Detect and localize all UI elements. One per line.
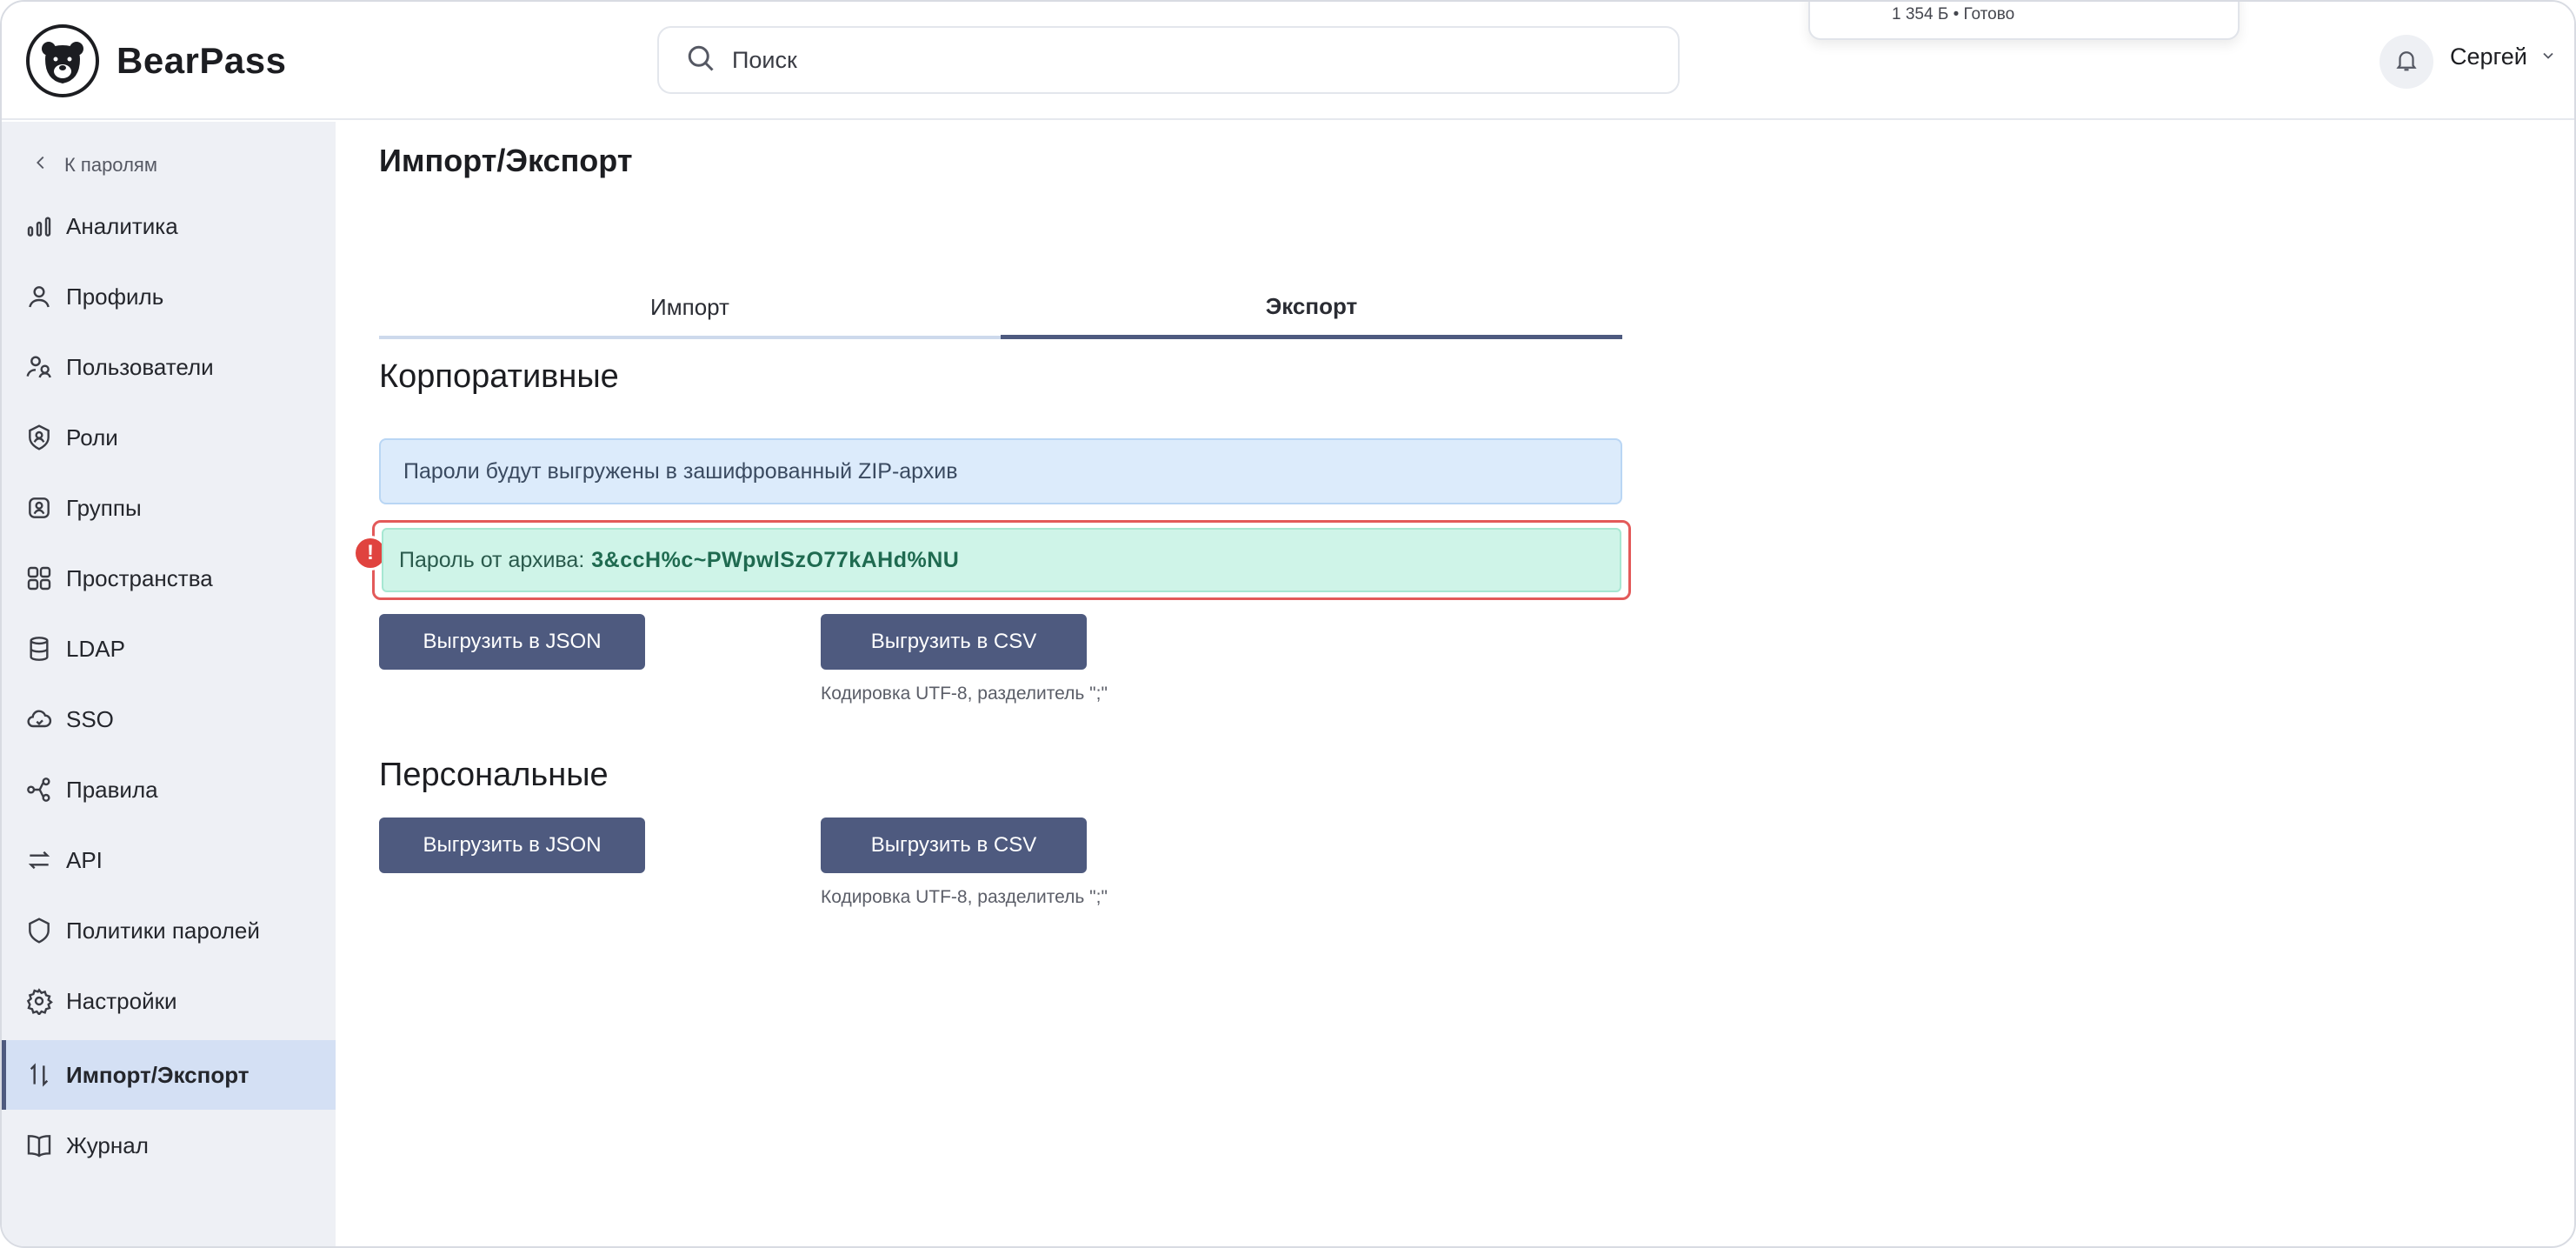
rules-icon — [24, 775, 54, 804]
sidebar-item-label: Политики паролей — [66, 917, 260, 944]
back-label: К паролям — [64, 154, 157, 176]
section-title-corporate: Корпоративные — [379, 358, 619, 395]
info-text: Пароли будут выгружены в зашифрованный Z… — [403, 458, 958, 484]
sidebar-item-settings[interactable]: Настройки — [2, 966, 336, 1036]
sidebar: К паролям Аналитика Профиль Пользователи… — [2, 122, 336, 1246]
page-title: Импорт/Экспорт — [379, 143, 633, 178]
sidebar-item-password-policies[interactable]: Политики паролей — [2, 896, 336, 965]
section-title-personal: Персональные — [379, 757, 609, 793]
archive-password-label: Пароль от архива: — [399, 547, 585, 572]
info-message: Пароли будут выгружены в зашифрованный Z… — [379, 438, 1622, 504]
gear-icon — [24, 986, 54, 1016]
corporate-export-json-button[interactable]: Выгрузить в JSON — [379, 614, 645, 670]
tab-import[interactable]: Импорт — [379, 278, 1001, 339]
sidebar-item-label: Роли — [66, 424, 118, 450]
user-icon — [24, 282, 54, 311]
archive-password-value[interactable]: 3&ccH%c~PWpwlSzO77kAHd%NU — [591, 548, 959, 573]
sidebar-item-analytics[interactable]: Аналитика — [2, 191, 336, 261]
user-name: Сергей — [2450, 43, 2527, 70]
database-icon — [24, 634, 54, 664]
personal-export-json-button[interactable]: Выгрузить в JSON — [379, 818, 645, 873]
sidebar-item-label: Аналитика — [66, 212, 178, 239]
sidebar-item-profile[interactable]: Профиль — [2, 262, 336, 331]
sidebar-item-label: Пространства — [66, 564, 213, 591]
corporate-csv-hint: Кодировка UTF-8, разделитель ";" — [821, 684, 1108, 704]
archive-password-highlight: ! Пароль от архива: 3&ccH%c~PWpwlSzO77kA… — [356, 520, 1631, 600]
sidebar-item-label: Профиль — [66, 283, 164, 310]
chevron-down-icon — [2527, 43, 2557, 70]
sidebar-item-label: Импорт/Экспорт — [66, 1061, 250, 1088]
corporate-export-csv-button[interactable]: Выгрузить в CSV — [821, 614, 1087, 670]
sidebar-item-ldap[interactable]: LDAP — [2, 614, 336, 684]
sidebar-item-label: Правила — [66, 776, 158, 803]
download-status: 1 354 Б • Готово — [1892, 5, 2015, 23]
search-input[interactable] — [732, 46, 1514, 74]
sidebar-item-label: SSO — [66, 705, 114, 732]
users-icon — [24, 352, 54, 382]
main-content: Импорт/Экспорт Импорт Экспорт Корпоратив… — [336, 122, 2574, 1246]
sidebar-item-label: Пользователи — [66, 353, 214, 380]
notifications-button[interactable] — [2380, 35, 2433, 89]
spaces-icon — [24, 564, 54, 593]
sidebar-item-rules[interactable]: Правила — [2, 755, 336, 824]
search-box[interactable] — [657, 26, 1680, 94]
analytics-icon — [24, 211, 54, 241]
sidebar-item-sso[interactable]: SSO — [2, 684, 336, 754]
groups-icon — [24, 493, 54, 523]
sidebar-item-label: Группы — [66, 494, 142, 521]
sidebar-item-journal[interactable]: Журнал — [2, 1111, 336, 1180]
tabs: Импорт Экспорт — [379, 278, 1622, 339]
sidebar-item-groups[interactable]: Группы — [2, 473, 336, 543]
app-window: BearPass 1 354 Б • Готово Сергей — [0, 0, 2576, 1248]
download-popup[interactable]: 1 354 Б • Готово — [1808, 2, 2240, 40]
sidebar-item-users[interactable]: Пользователи — [2, 332, 336, 402]
sidebar-item-roles[interactable]: Роли — [2, 403, 336, 472]
book-icon — [24, 1131, 54, 1160]
sidebar-item-spaces[interactable]: Пространства — [2, 544, 336, 613]
user-menu[interactable]: Сергей — [2450, 43, 2557, 70]
sidebar-item-label: Настройки — [66, 987, 177, 1014]
cloud-icon — [24, 704, 54, 734]
tab-export[interactable]: Экспорт — [1001, 278, 1622, 339]
sidebar-item-label: LDAP — [66, 635, 125, 662]
sidebar-item-label: Журнал — [66, 1131, 149, 1158]
app-name: BearPass — [116, 40, 287, 81]
shield-icon — [24, 916, 54, 945]
sidebar-item-api[interactable]: API — [2, 825, 336, 895]
bear-logo-icon — [26, 24, 99, 97]
top-header: BearPass 1 354 Б • Готово Сергей — [2, 2, 2574, 120]
back-to-passwords-link[interactable]: К паролям — [31, 153, 157, 177]
import-export-icon — [24, 1060, 54, 1090]
arrows-icon — [24, 845, 54, 875]
chevron-left-icon — [31, 153, 64, 177]
roles-icon — [24, 423, 54, 452]
bell-icon — [2393, 47, 2420, 77]
personal-csv-hint: Кодировка UTF-8, разделитель ";" — [821, 887, 1108, 907]
sidebar-item-import-export[interactable]: Импорт/Экспорт — [2, 1040, 336, 1110]
sidebar-item-label: API — [66, 846, 103, 873]
personal-export-csv-button[interactable]: Выгрузить в CSV — [821, 818, 1087, 873]
alert-icon: ! — [356, 538, 385, 568]
archive-password-box[interactable]: Пароль от архива: 3&ccH%c~PWpwlSzO77kAHd… — [382, 528, 1621, 592]
search-icon — [685, 43, 716, 78]
logo[interactable]: BearPass — [26, 24, 286, 97]
